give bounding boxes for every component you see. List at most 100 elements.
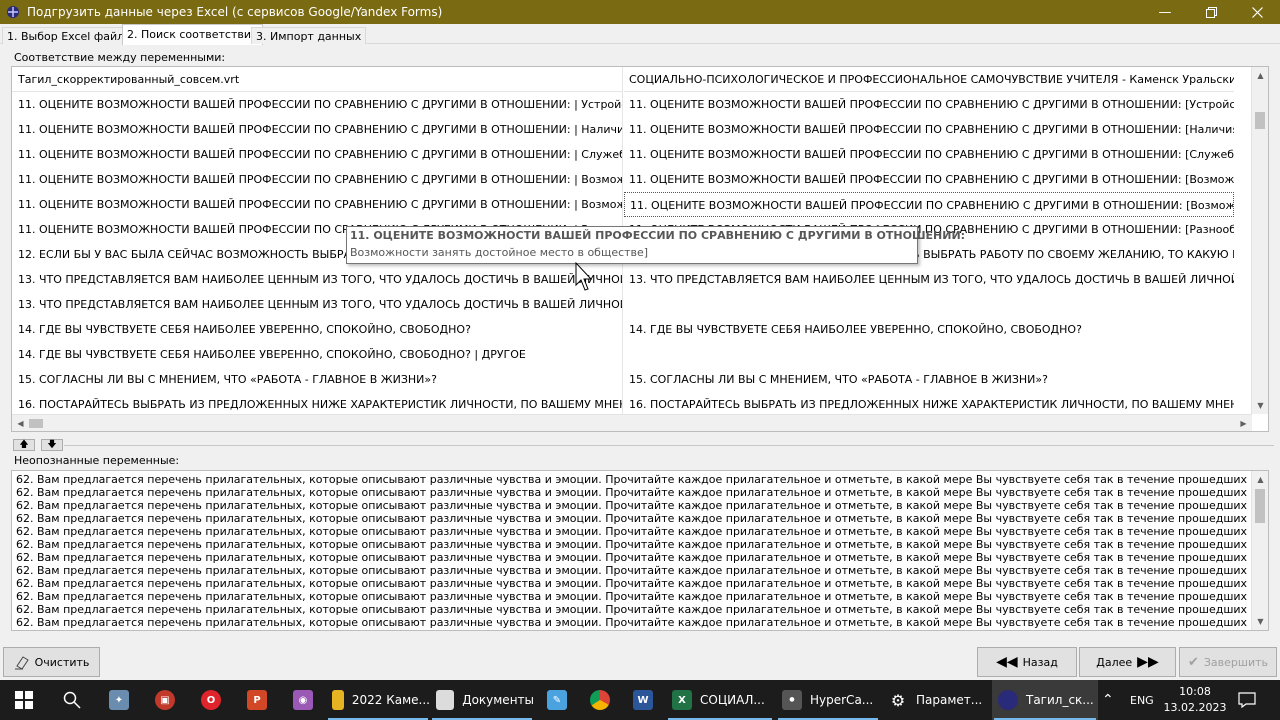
splitter[interactable]: 🡅 🡇	[0, 438, 1280, 452]
start-button[interactable]	[0, 680, 48, 720]
header-right-file[interactable]: СОЦИАЛЬНО-ПСИХОЛОГИЧЕСКОЕ И ПРОФЕССИОНАЛ…	[624, 67, 1234, 92]
scroll-up-icon[interactable]: ▲	[1252, 67, 1268, 84]
move-up-button[interactable]: 🡅	[13, 439, 35, 451]
target-variable-cell[interactable]	[624, 292, 1234, 317]
list-item[interactable]: 62. Вам предлагается перечень прилагател…	[12, 577, 1250, 590]
move-down-button[interactable]: 🡇	[41, 439, 63, 451]
mapping-row[interactable]: 11. ОЦЕНИТЕ ВОЗМОЖНОСТИ ВАШЕЙ ПРОФЕССИИ …	[12, 167, 1252, 192]
eraser-icon	[14, 656, 29, 670]
grid-horizontal-scrollbar[interactable]: ◀ ▶	[12, 414, 1252, 431]
source-variable-cell[interactable]: 11. ОЦЕНИТЕ ВОЗМОЖНОСТИ ВАШЕЙ ПРОФЕССИИ …	[12, 117, 623, 142]
grid-vertical-scrollbar[interactable]: ▲ ▼	[1251, 67, 1268, 414]
taskbar-item-hypercam[interactable]: ⚫ HyperCa...	[776, 680, 880, 720]
arrow-down-icon: 🡇	[47, 440, 57, 450]
mapping-row[interactable]: 11. ОЦЕНИТЕ ВОЗМОЖНОСТИ ВАШЕЙ ПРОФЕССИИ …	[12, 117, 1252, 142]
tab-select-excel[interactable]: 1. Выбор Excel файла	[2, 27, 136, 44]
clear-button[interactable]: Очистить	[3, 647, 100, 677]
back-button[interactable]: ◀◀ Назад	[977, 647, 1077, 677]
notifications-button[interactable]	[1238, 680, 1256, 720]
mapping-row[interactable]: 13. ЧТО ПРЕДСТАВЛЯЕТСЯ ВАМ НАИБОЛЕЕ ЦЕНН…	[12, 267, 1252, 292]
list-item[interactable]: 62. Вам предлагается перечень прилагател…	[12, 525, 1250, 538]
taskbar-item-app[interactable]: Тагил_ск...	[992, 680, 1098, 720]
pinned-app-2[interactable]: ▣	[142, 680, 188, 720]
mapping-row[interactable]: 11. ОЦЕНИТЕ ВОЗМОЖНОСТИ ВАШЕЙ ПРОФЕССИИ …	[12, 142, 1252, 167]
list-item[interactable]: 62. Вам предлагается перечень прилагател…	[12, 499, 1250, 512]
scroll-down-icon[interactable]: ▼	[1252, 613, 1268, 630]
list-item[interactable]: 62. Вам предлагается перечень прилагател…	[12, 538, 1250, 551]
list-item[interactable]: 62. Вам предлагается перечень прилагател…	[12, 564, 1250, 577]
mapping-row[interactable]: 15. СОГЛАСНЫ ЛИ ВЫ С МНЕНИЕМ, ЧТО «РАБОТ…	[12, 367, 1252, 392]
source-variable-cell[interactable]: 11. ОЦЕНИТЕ ВОЗМОЖНОСТИ ВАШЕЙ ПРОФЕССИИ …	[12, 192, 623, 217]
scroll-left-icon[interactable]: ◀	[12, 415, 29, 431]
target-variable-cell[interactable]: 11. ОЦЕНИТЕ ВОЗМОЖНОСТИ ВАШЕЙ ПРОФЕССИИ …	[624, 92, 1234, 117]
pinned-opera[interactable]: O	[188, 680, 234, 720]
chevron-up-icon: ⌃	[1102, 692, 1114, 708]
source-variable-cell[interactable]: 14. ГДЕ ВЫ ЧУВСТВУЕТЕ СЕБЯ НАИБОЛЕЕ УВЕР…	[12, 317, 623, 342]
restore-button[interactable]	[1188, 0, 1234, 24]
list-item[interactable]: 62. Вам предлагается перечень прилагател…	[12, 551, 1250, 564]
scroll-up-icon[interactable]: ▲	[1252, 471, 1268, 488]
source-variable-cell[interactable]: 13. ЧТО ПРЕДСТАВЛЯЕТСЯ ВАМ НАИБОЛЕЕ ЦЕНН…	[12, 267, 623, 292]
target-variable-cell[interactable]: 13. ЧТО ПРЕДСТАВЛЯЕТСЯ ВАМ НАИБОЛЕЕ ЦЕНН…	[624, 267, 1234, 292]
scroll-down-icon[interactable]: ▼	[1252, 397, 1268, 414]
list-item[interactable]: 62. Вам предлагается перечень прилагател…	[12, 590, 1250, 603]
word-icon: W	[633, 690, 653, 710]
unrecognized-list[interactable]: 62. Вам предлагается перечень прилагател…	[11, 470, 1269, 631]
clock[interactable]: 10:08 13.02.2023	[1160, 684, 1230, 716]
mapping-row[interactable]: 14. ГДЕ ВЫ ЧУВСТВУЕТЕ СЕБЯ НАИБОЛЕЕ УВЕР…	[12, 342, 1252, 367]
scroll-thumb[interactable]	[1255, 489, 1265, 523]
list-item[interactable]: 62. Вам предлагается перечень прилагател…	[12, 512, 1250, 525]
list-vertical-scrollbar[interactable]: ▲ ▼	[1251, 471, 1268, 630]
scroll-thumb-horizontal[interactable]	[29, 419, 43, 428]
pinned-app-4[interactable]: ✎	[534, 680, 580, 720]
tab-import-data[interactable]: 3. Импорт данных	[251, 27, 367, 44]
pinned-chrome[interactable]	[580, 680, 620, 720]
list-item[interactable]: 62. Вам предлагается перечень прилагател…	[12, 473, 1250, 486]
next-button[interactable]: Далее ▶▶	[1079, 647, 1176, 677]
source-variable-cell[interactable]: 15. СОГЛАСНЫ ЛИ ВЫ С МНЕНИЕМ, ЧТО «РАБОТ…	[12, 367, 623, 392]
scroll-thumb[interactable]	[1255, 112, 1265, 129]
scroll-right-icon[interactable]: ▶	[1235, 415, 1252, 431]
title-bar: Подгрузить данные через Excel (с сервисо…	[0, 0, 1280, 24]
source-variable-cell[interactable]: 13. ЧТО ПРЕДСТАВЛЯЕТСЯ ВАМ НАИБОЛЕЕ ЦЕНН…	[12, 292, 623, 317]
list-item[interactable]: 62. Вам предлагается перечень прилагател…	[12, 616, 1250, 629]
minimize-button[interactable]: —	[1142, 0, 1188, 24]
tab-find-matches[interactable]: 2. Поиск соответствий	[122, 24, 264, 45]
target-variable-cell[interactable]	[624, 342, 1234, 367]
filmstrip-icon: ▣	[155, 690, 175, 710]
search-button[interactable]	[48, 680, 96, 720]
pinned-app-3[interactable]: ◉	[280, 680, 326, 720]
taskbar-item-folder[interactable]: 2022 Каме...	[326, 680, 430, 720]
target-variable-cell[interactable]: 11. ОЦЕНИТЕ ВОЗМОЖНОСТИ ВАШЕЙ ПРОФЕССИИ …	[624, 142, 1234, 167]
header-left-file[interactable]: Тагил_скорректированный_совсем.vrt	[12, 67, 623, 92]
taskbar-item-excel[interactable]: X СОЦИАЛ...	[666, 680, 774, 720]
target-variable-cell[interactable]: 11. ОЦЕНИТЕ ВОЗМОЖНОСТИ ВАШЕЙ ПРОФЕССИИ …	[624, 192, 1234, 217]
clock-date: 13.02.2023	[1163, 701, 1227, 714]
mapping-row[interactable]: 11. ОЦЕНИТЕ ВОЗМОЖНОСТИ ВАШЕЙ ПРОФЕССИИ …	[12, 92, 1252, 117]
pinned-powerpoint[interactable]: P	[234, 680, 280, 720]
taskbar-item-settings[interactable]: ⚙ Парамет...	[882, 680, 988, 720]
taskbar-item-documents[interactable]: Документы	[430, 680, 534, 720]
source-variable-cell[interactable]: 11. ОЦЕНИТЕ ВОЗМОЖНОСТИ ВАШЕЙ ПРОФЕССИИ …	[12, 92, 623, 117]
source-variable-cell[interactable]: 11. ОЦЕНИТЕ ВОЗМОЖНОСТИ ВАШЕЙ ПРОФЕССИИ …	[12, 142, 623, 167]
target-variable-cell[interactable]: 14. ГДЕ ВЫ ЧУВСТВУЕТЕ СЕБЯ НАИБОЛЕЕ УВЕР…	[624, 317, 1234, 342]
source-variable-cell[interactable]: 11. ОЦЕНИТЕ ВОЗМОЖНОСТИ ВАШЕЙ ПРОФЕССИИ …	[12, 167, 623, 192]
language-indicator[interactable]: ENG	[1130, 680, 1154, 720]
mapping-row[interactable]: 14. ГДЕ ВЫ ЧУВСТВУЕТЕ СЕБЯ НАИБОЛЕЕ УВЕР…	[12, 317, 1252, 342]
list-item[interactable]: 62. Вам предлагается перечень прилагател…	[12, 603, 1250, 616]
pinned-word[interactable]: W	[620, 680, 666, 720]
target-variable-cell[interactable]: 15. СОГЛАСНЫ ЛИ ВЫ С МНЕНИЕМ, ЧТО «РАБОТ…	[624, 367, 1234, 392]
chrome-icon	[590, 690, 610, 710]
source-variable-cell[interactable]: 14. ГДЕ ВЫ ЧУВСТВУЕТЕ СЕБЯ НАИБОЛЕЕ УВЕР…	[12, 342, 623, 367]
mapping-row[interactable]: 13. ЧТО ПРЕДСТАВЛЯЕТСЯ ВАМ НАИБОЛЕЕ ЦЕНН…	[12, 292, 1252, 317]
finish-button[interactable]: ✔ Завершить	[1179, 647, 1277, 677]
clear-label: Очистить	[34, 655, 90, 669]
list-item[interactable]: 62. Вам предлагается перечень прилагател…	[12, 486, 1250, 499]
tray-chevron[interactable]: ⌃	[1102, 680, 1114, 720]
mapping-row[interactable]: 11. ОЦЕНИТЕ ВОЗМОЖНОСТИ ВАШЕЙ ПРОФЕССИИ …	[12, 192, 1252, 217]
target-variable-cell[interactable]: 11. ОЦЕНИТЕ ВОЗМОЖНОСТИ ВАШЕЙ ПРОФЕССИИ …	[624, 117, 1234, 142]
pinned-app-1[interactable]: ✦	[96, 680, 142, 720]
windows-logo-icon	[15, 691, 33, 709]
close-button[interactable]	[1234, 0, 1280, 24]
target-variable-cell[interactable]: 11. ОЦЕНИТЕ ВОЗМОЖНОСТИ ВАШЕЙ ПРОФЕССИИ …	[624, 167, 1234, 192]
